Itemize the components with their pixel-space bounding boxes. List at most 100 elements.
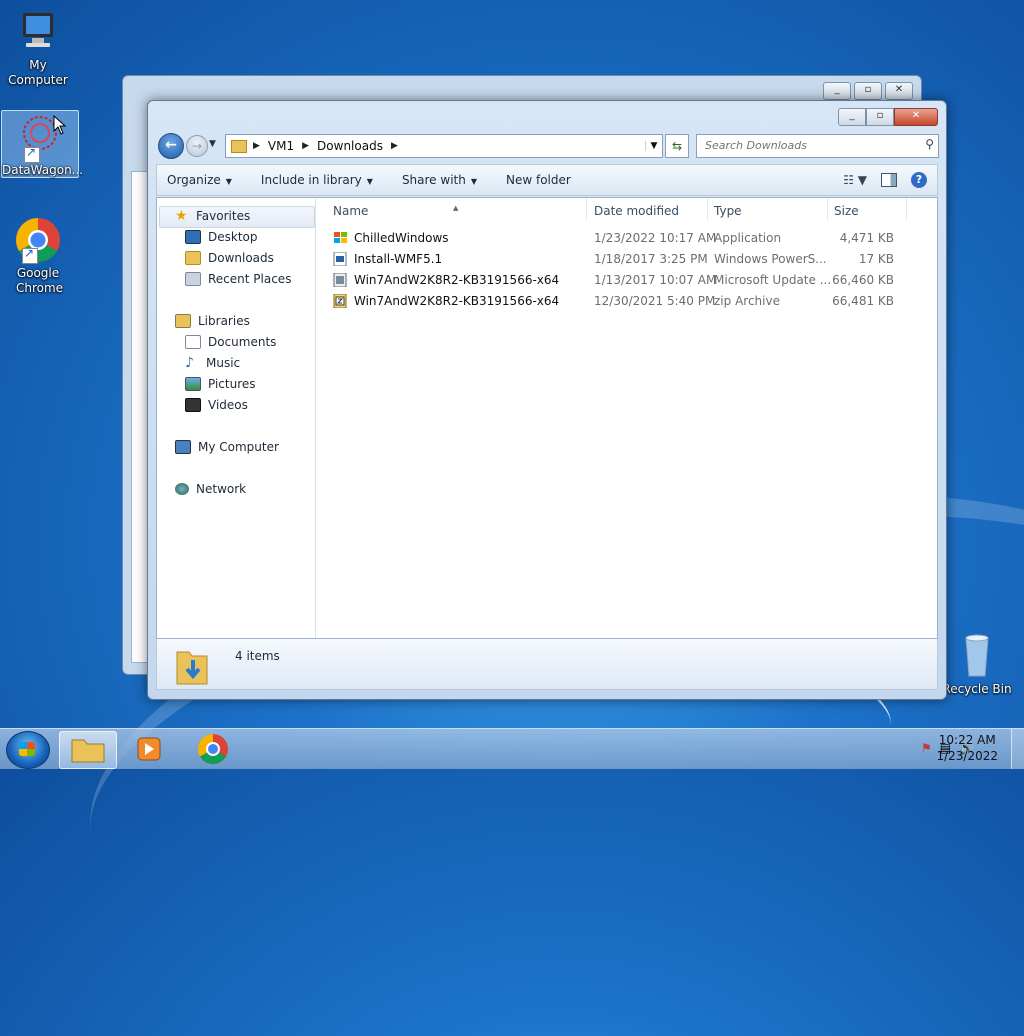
recent-places-icon [185,272,201,286]
column-divider[interactable] [827,198,828,220]
nav-label: Libraries [198,314,250,328]
desktop-icon-datawagon[interactable]: DataWagon... [1,110,84,178]
dropdown-arrow-icon: ▼ [225,177,232,186]
powershell-script-icon [333,252,347,266]
breadcrumb-arrow-icon[interactable]: ▶ [391,141,398,151]
column-header-date[interactable]: Date modified [594,204,679,218]
file-date: 1/18/2017 3:25 PM [594,252,708,266]
show-desktop-button[interactable] [1011,729,1024,769]
nav-favorites[interactable]: ★ Favorites [175,206,250,226]
nav-pictures[interactable]: Pictures [185,374,256,394]
command-bar: Organize ▼ Include in library ▼ Share with… [156,164,938,196]
search-input[interactable] [703,138,907,153]
explorer-window[interactable]: _ ▫ ✕ ← → ▼ ▶ VM1 ▶ Downloads ▶ ▼ ⇆ ⚲ Or… [147,100,947,700]
file-row[interactable]: Win7AndW2K8R2-KB3191566-x64 12/30/2021 5… [316,291,937,312]
desktop-icon-label: My Computer [8,58,68,87]
organize-label: Organize [167,173,221,187]
taskbar-chrome-button[interactable] [185,731,241,767]
desktop-icon-my-computer[interactable]: My Computer [0,8,76,88]
chrome-icon [14,216,62,264]
shortcut-arrow-icon [22,246,38,264]
taskbar: ⚑ ▤ 🔊 10:22 AM 1/23/2022 [0,728,1024,769]
taskbar-media-player-button[interactable] [121,731,177,767]
file-row[interactable]: Install-WMF5.1 1/18/2017 3:25 PM Windows… [316,249,937,270]
help-icon[interactable]: ? [911,172,927,188]
search-icon[interactable]: ⚲ [925,137,934,151]
clock-date: 1/23/2022 [936,749,998,763]
nav-recent-places[interactable]: Recent Places [185,269,291,289]
file-type: Application [714,231,782,245]
address-bar[interactable]: ▶ VM1 ▶ Downloads ▶ ▼ [225,134,663,158]
start-button[interactable] [6,731,50,769]
taskbar-explorer-button[interactable] [59,731,117,769]
back-arrow-icon[interactable]: ← [158,133,184,159]
column-header-name[interactable]: Name [333,204,368,218]
breadcrumb-vm1[interactable]: VM1 [268,139,294,153]
column-divider[interactable] [586,198,587,220]
file-size: 66,460 KB [832,273,894,287]
column-headers: ▲ Name Date modified Type Size [316,198,937,222]
file-row[interactable]: Win7AndW2K8R2-KB3191566-x64 1/13/2017 10… [316,270,937,291]
file-name: Win7AndW2K8R2-KB3191566-x64 [354,273,560,287]
nav-label: Recent Places [208,272,292,286]
file-date: 12/30/2021 5:40 PM [594,294,716,308]
recent-pages-chevron-icon[interactable]: ▼ [209,139,216,149]
nav-desktop[interactable]: Desktop [185,227,258,247]
navigation-pane: ★ Favorites Desktop Downloads Recent Pla… [157,198,316,638]
breadcrumb-downloads[interactable]: Downloads [317,139,383,153]
desktop-icon-google-chrome[interactable]: Google Chrome [0,216,76,296]
breadcrumb-arrow-icon[interactable]: ▶ [253,141,260,151]
include-in-library-button[interactable]: Include in library ▼ [253,173,382,187]
nav-label: Favorites [196,209,251,223]
clock-time: 10:22 AM [938,733,996,747]
nav-label: Documents [208,335,277,349]
breadcrumb-arrow-icon[interactable]: ▶ [302,141,309,151]
file-list: ▲ Name Date modified Type Size ChilledWi… [316,198,937,638]
nav-documents[interactable]: Documents [185,332,276,352]
dropdown-arrow-icon: ▼ [366,177,373,186]
minimize-button[interactable]: _ [838,108,866,126]
close-button[interactable]: ✕ [894,108,938,126]
nav-label: Downloads [208,251,274,265]
file-size: 4,471 KB [839,231,894,245]
address-dropdown-icon[interactable]: ▼ [645,141,662,151]
new-folder-button[interactable]: New folder [498,173,580,187]
include-in-library-label: Include in library [260,173,362,187]
change-view-icon[interactable]: ☷ ▼ [843,173,867,187]
column-divider[interactable] [906,198,907,220]
refresh-icon[interactable]: ⇆ [665,134,689,158]
file-row[interactable]: ChilledWindows 1/23/2022 10:17 AM Applic… [316,228,937,249]
nav-label: My Computer [198,440,279,454]
close-icon[interactable]: ✕ [885,82,913,100]
nav-videos[interactable]: Videos [185,395,248,415]
organize-button[interactable]: Organize ▼ [157,173,241,187]
shortcut-arrow-icon [24,145,40,163]
forward-arrow-icon[interactable]: → [186,135,208,157]
chrome-icon [197,734,228,765]
column-divider[interactable] [707,198,708,220]
preview-pane-icon[interactable] [881,173,897,187]
nav-downloads[interactable]: Downloads [185,248,274,268]
share-with-button[interactable]: Share with ▼ [394,173,486,187]
navigation-bar: ← → ▼ ▶ VM1 ▶ Downloads ▶ ▼ ⇆ ⚲ [156,133,939,159]
minimize-icon[interactable]: _ [823,82,851,100]
clock[interactable]: 10:22 AM 1/23/2022 [936,732,998,764]
desktop-icon-recycle-bin[interactable]: Recycle Bin [939,632,1015,697]
maximize-button[interactable]: ▫ [866,108,894,126]
desktop-icon-label: DataWagon... [2,163,84,177]
dropdown-arrow-icon: ▼ [470,177,477,186]
column-header-type[interactable]: Type [714,204,742,218]
nav-network[interactable]: Network [175,479,246,499]
nav-label: Music [206,356,241,370]
libraries-icon [175,314,191,328]
nav-my-computer[interactable]: My Computer [175,437,279,457]
column-header-size[interactable]: Size [834,204,859,218]
maximize-icon[interactable]: ▫ [854,82,882,100]
nav-libraries[interactable]: Libraries [175,311,250,331]
view-controls: ☷ ▼ ? [843,172,937,188]
downloads-folder-icon [185,251,201,265]
nav-music[interactable]: ♪ Music [185,353,240,373]
action-center-flag-icon[interactable]: ⚑ [921,741,932,755]
nav-label: Pictures [208,377,256,391]
update-package-icon [333,273,347,287]
